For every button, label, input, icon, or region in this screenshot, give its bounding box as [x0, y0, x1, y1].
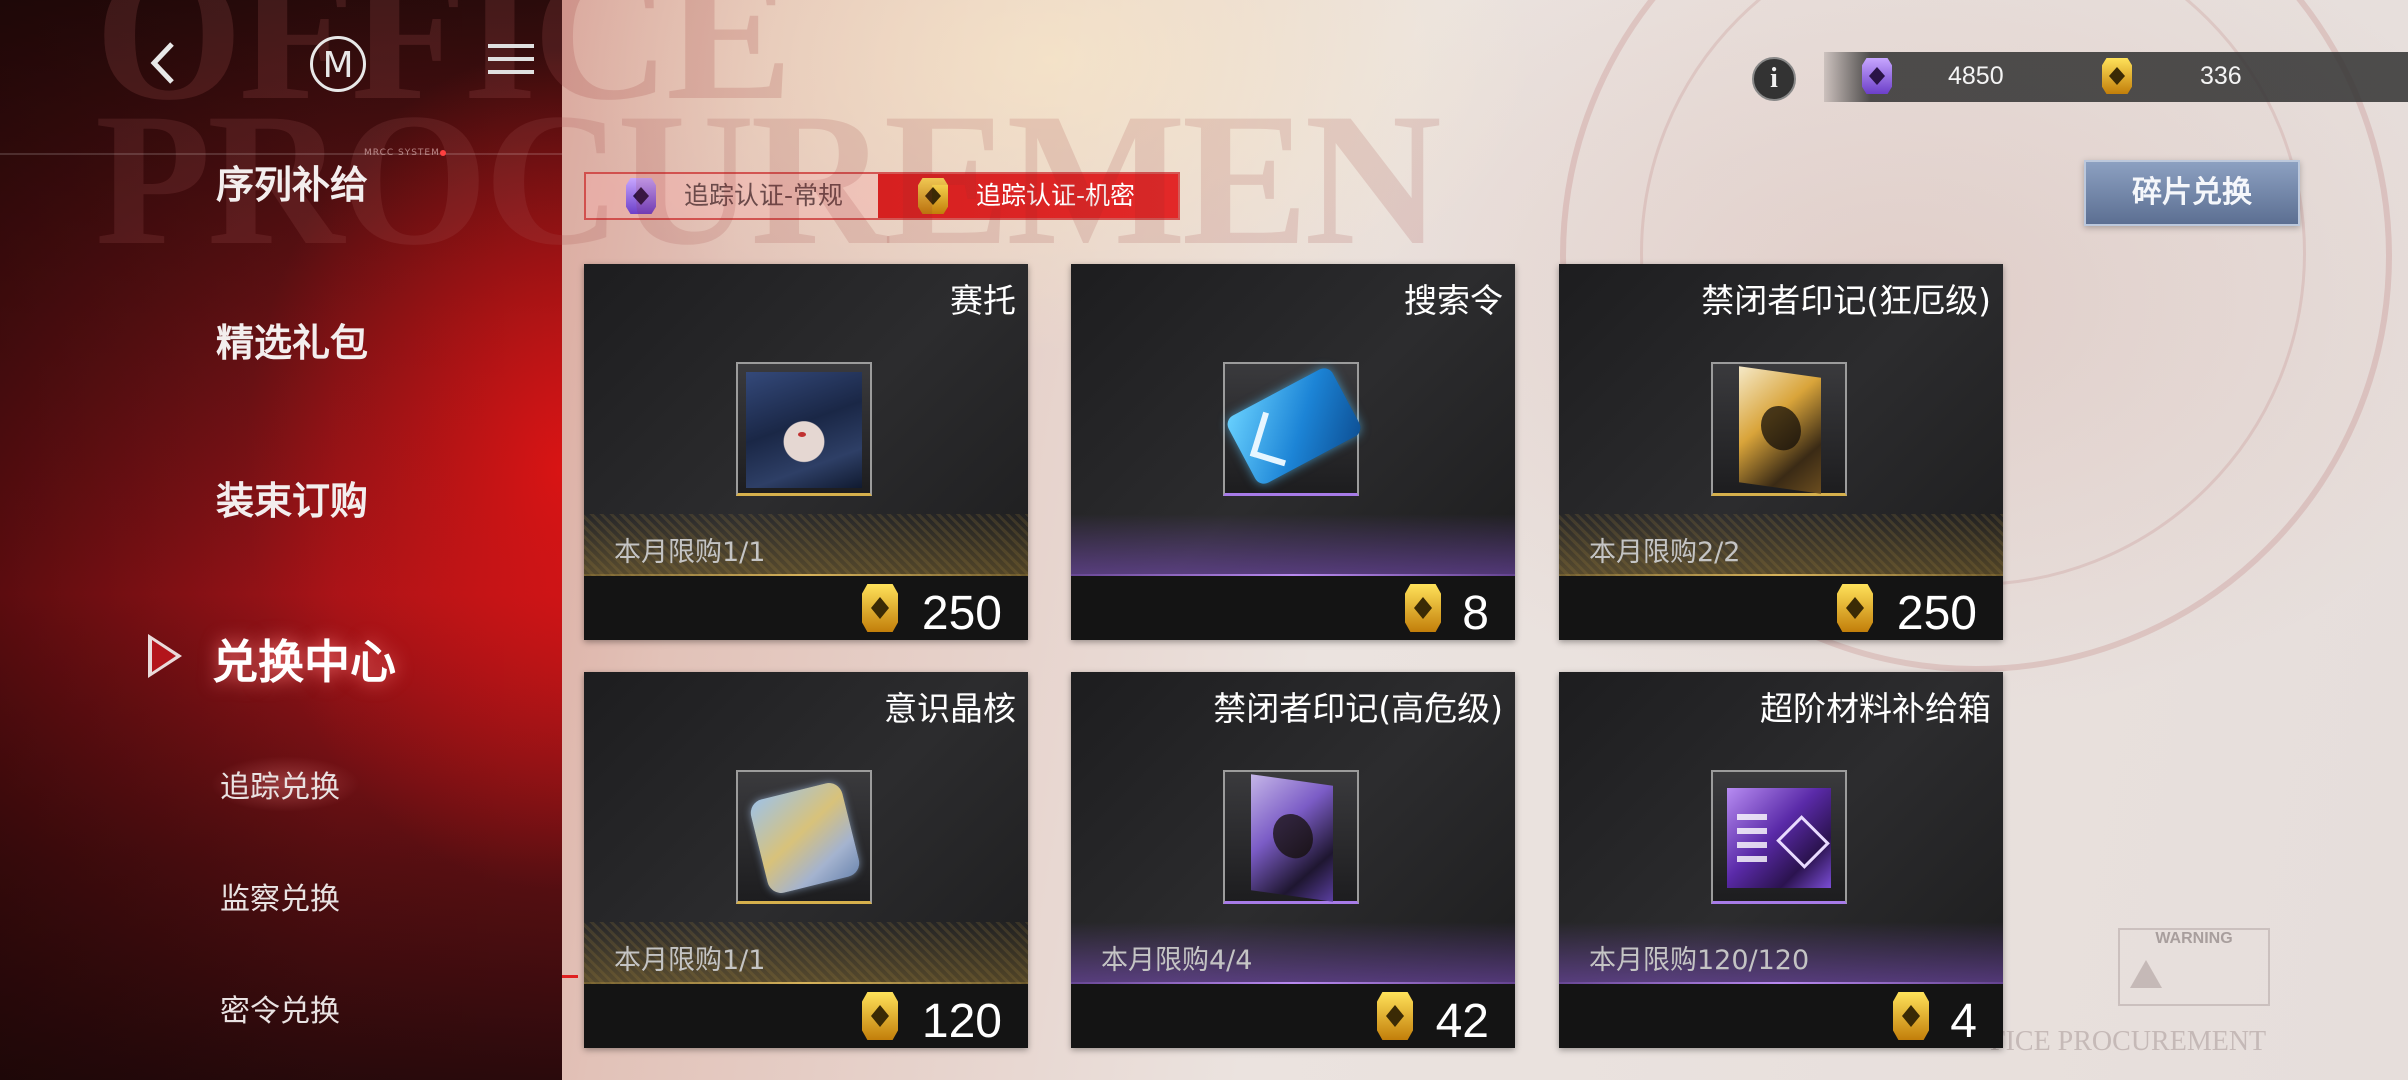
purchase-limit: 本月限购120/120 — [1589, 945, 1810, 976]
item-price: 4 — [1950, 995, 1977, 1048]
purchase-limit: 本月限购4/4 — [1101, 945, 1253, 976]
purchase-limit: 本月限购2/2 — [1589, 537, 1741, 568]
back-arrow-icon — [150, 42, 174, 84]
item-image-frame — [1711, 770, 1847, 904]
warning-triangle-icon — [2130, 960, 2162, 988]
procurement-watermark: FICE PROCUREMENT — [1990, 1026, 2267, 1057]
item-image-frame — [736, 770, 872, 904]
item-title: 超阶材料补给箱 — [1760, 689, 1991, 728]
system-indicator-dot — [440, 150, 446, 156]
shop-item-card[interactable]: 赛托 本月限购1/1 250 — [584, 264, 1028, 640]
shop-item-card[interactable]: 超阶材料补给箱 本月限购120/120 4 — [1559, 672, 2003, 1048]
gold-token-icon — [1837, 584, 1873, 632]
nav-selected-packs[interactable]: 精选礼包 — [216, 312, 368, 367]
consciousness-crystal-icon — [747, 780, 863, 896]
item-price: 120 — [921, 995, 1002, 1048]
subnav-inspection-exchange[interactable]: 监察兑换 — [220, 874, 340, 918]
gold-token-icon — [862, 992, 898, 1040]
purple-token-icon — [1862, 58, 1892, 94]
warning-stamp: WARNING — [2118, 928, 2270, 1006]
scroll-marker — [562, 975, 578, 978]
item-image-frame — [1711, 362, 1847, 496]
shard-exchange-button[interactable]: 碎片兑换 — [2084, 160, 2300, 226]
prisoner-mark-purple-icon — [1251, 774, 1333, 902]
price-row — [1071, 576, 1515, 640]
back-button[interactable] — [140, 38, 190, 88]
character-portrait-icon — [746, 372, 862, 488]
item-image-frame — [1223, 770, 1359, 904]
item-price: 250 — [1896, 587, 1977, 640]
menu-button[interactable] — [488, 44, 534, 88]
nav-exchange-center[interactable]: 兑换中心 — [212, 626, 396, 692]
menu-icon-line — [488, 57, 534, 61]
card-rarity-glow — [1071, 514, 1515, 578]
item-price: 42 — [1435, 995, 1489, 1048]
supply-crate-icon — [1727, 788, 1831, 888]
home-logo-button[interactable]: M — [310, 36, 366, 92]
gold-token-amount: 336 — [2200, 62, 2242, 90]
gold-token-icon — [862, 584, 898, 632]
subnav-tracking-exchange[interactable]: 追踪兑换 — [220, 762, 340, 806]
arrest-warrant-icon — [1224, 364, 1364, 488]
item-image-frame — [1223, 362, 1364, 496]
gold-token-icon — [1405, 584, 1441, 632]
gold-token-icon — [2102, 58, 2132, 94]
nav-outfit-order[interactable]: 装束订购 — [216, 470, 368, 525]
item-title: 禁闭者印记(狂厄级) — [1701, 281, 1991, 320]
item-price: 8 — [1462, 587, 1489, 640]
purple-token-amount: 4850 — [1948, 62, 2004, 90]
price-row — [1559, 984, 2003, 1048]
info-button[interactable]: i — [1752, 57, 1796, 101]
item-price: 250 — [921, 587, 1002, 640]
gold-token-icon — [1377, 992, 1413, 1040]
prisoner-mark-gold-icon — [1739, 366, 1821, 494]
purchase-limit: 本月限购1/1 — [614, 945, 766, 976]
active-nav-arrow-icon — [148, 634, 182, 678]
shop-item-card[interactable]: 搜索令 8 — [1071, 264, 1515, 640]
item-image-frame — [736, 362, 872, 496]
menu-icon-line — [488, 70, 534, 74]
item-title: 意识晶核 — [884, 689, 1016, 728]
gold-token-icon — [1893, 992, 1929, 1040]
nav-sequence-supply[interactable]: 序列补给 — [216, 154, 368, 209]
item-title: 禁闭者印记(高危级) — [1213, 689, 1503, 728]
warning-label: WARNING — [2155, 930, 2233, 947]
menu-icon — [488, 44, 534, 48]
purchase-limit: 本月限购1/1 — [614, 537, 766, 568]
subnav-cipher-exchange[interactable]: 密令兑换 — [220, 986, 340, 1030]
shop-item-card[interactable]: 禁闭者印记(高危级) 本月限购4/4 42 — [1071, 672, 1515, 1048]
system-tag: MRCC SYSTEM — [364, 148, 440, 158]
shop-item-card[interactable]: 禁闭者印记(狂厄级) 本月限购2/2 250 — [1559, 264, 2003, 640]
shop-item-card[interactable]: 意识晶核 本月限购1/1 120 — [584, 672, 1028, 1048]
